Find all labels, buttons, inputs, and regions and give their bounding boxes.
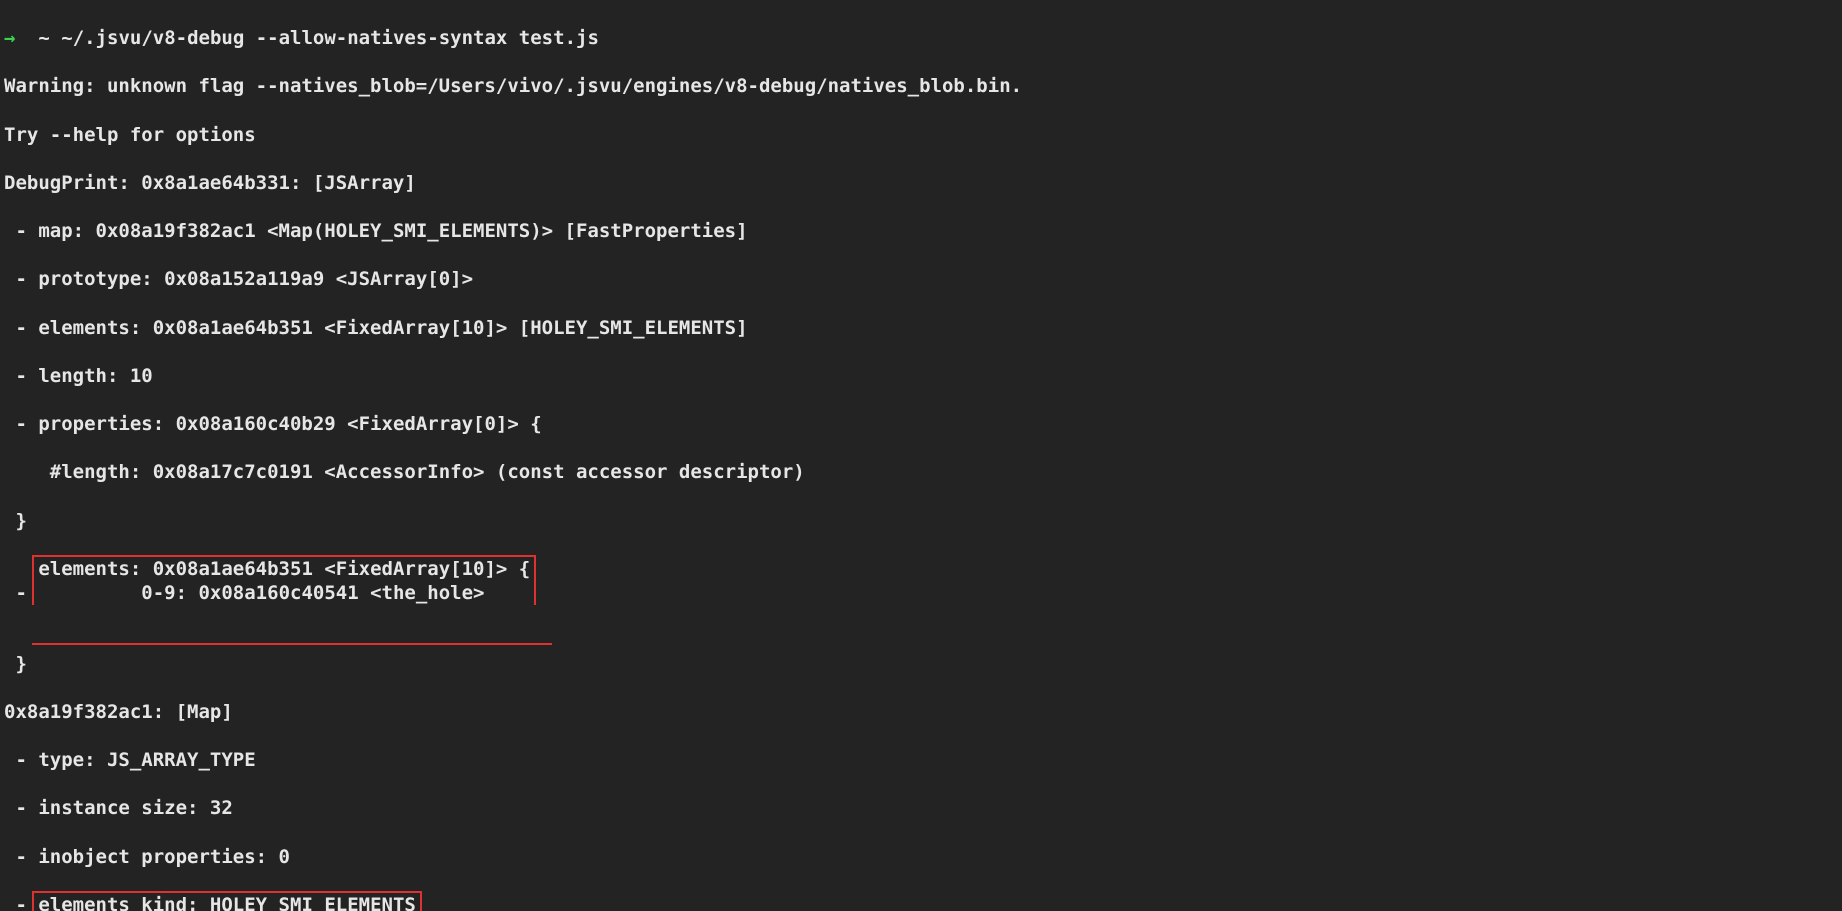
terminal-output: → ~ ~/.jsvu/v8-debug --allow-natives-syn… bbox=[0, 0, 1842, 911]
output-line: 0x8a19f382ac1: [Map] bbox=[4, 700, 1838, 724]
highlight-elements-kind: elements kind: HOLEY_SMI_ELEMENTS bbox=[32, 891, 422, 911]
output-line: - elements kind: HOLEY_SMI_ELEMENTS bbox=[4, 893, 1838, 911]
output-line: - prototype: 0x08a152a119a9 <JSArray[0]> bbox=[4, 267, 1838, 291]
prompt-tilde: ~ bbox=[38, 27, 49, 49]
output-line: - map: 0x08a19f382ac1 <Map(HOLEY_SMI_ELE… bbox=[4, 219, 1838, 243]
output-line: - properties: 0x08a160c40b29 <FixedArray… bbox=[4, 412, 1838, 436]
output-line bbox=[4, 627, 1838, 651]
output-line: - type: JS_ARRAY_TYPE bbox=[4, 748, 1838, 772]
output-line: - instance size: 32 bbox=[4, 796, 1838, 820]
prompt-command: ~/.jsvu/v8-debug --allow-natives-syntax … bbox=[61, 27, 599, 49]
output-line: - elements: 0x08a1ae64b351 <FixedArray[1… bbox=[4, 557, 1838, 605]
output-line: - elements: 0x08a1ae64b351 <FixedArray[1… bbox=[4, 316, 1838, 340]
output-line: #length: 0x08a17c7c0191 <AccessorInfo> (… bbox=[4, 460, 1838, 484]
output-line: DebugPrint: 0x8a1ae64b331: [JSArray] bbox=[4, 171, 1838, 195]
highlight-elements-hole: elements: 0x08a1ae64b351 <FixedArray[10]… bbox=[32, 555, 536, 605]
output-line: - inobject properties: 0 bbox=[4, 845, 1838, 869]
output-line: } bbox=[4, 652, 1838, 676]
prompt-arrow-icon: → bbox=[4, 27, 15, 49]
prompt-line: → ~ ~/.jsvu/v8-debug --allow-natives-syn… bbox=[4, 26, 1838, 50]
output-line: Try --help for options bbox=[4, 123, 1838, 147]
output-line: } bbox=[4, 509, 1838, 533]
output-line: Warning: unknown flag --natives_blob=/Us… bbox=[4, 74, 1838, 98]
output-line: - length: 10 bbox=[4, 364, 1838, 388]
